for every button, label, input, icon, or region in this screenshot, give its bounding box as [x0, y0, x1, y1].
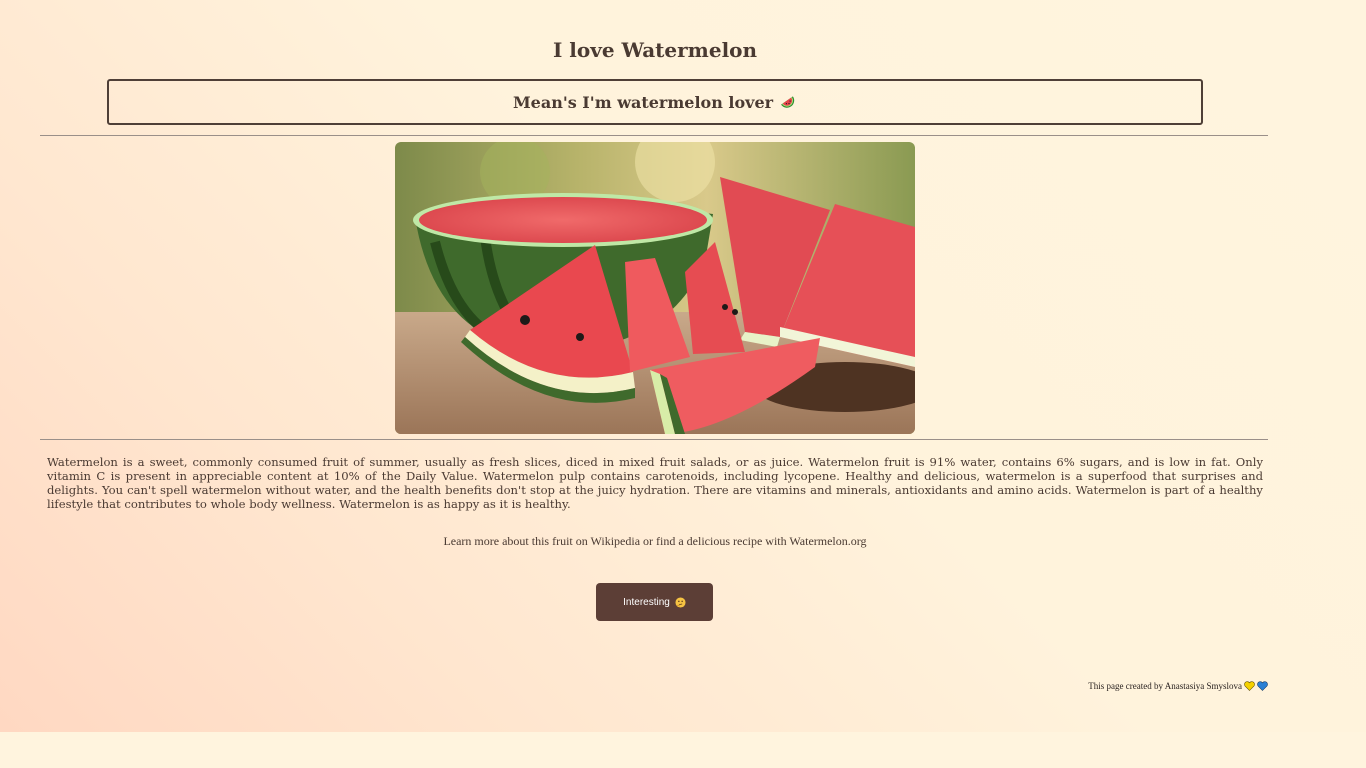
thinking-face-icon — [675, 596, 686, 608]
watermelon-slice-icon — [781, 96, 795, 108]
divider-bottom — [40, 439, 1268, 440]
blue-heart-icon — [1257, 681, 1268, 691]
learn-more-text: Learn more about this fruit on Wikipedia… — [443, 534, 867, 548]
footer-credit: This page created by Anastasiya Smyslova — [1088, 681, 1268, 691]
divider-top — [40, 135, 1268, 136]
interesting-button[interactable]: Interesting — [596, 583, 713, 621]
page-background: I love Watermelon Mean's I'm watermelon … — [0, 0, 1366, 732]
button-label: Interesting — [623, 596, 670, 608]
subtitle-banner: Mean's I'm watermelon lover — [107, 79, 1203, 125]
footer-text: This page created by Anastasiya Smyslova — [1088, 681, 1242, 691]
subtitle-text: Mean's I'm watermelon lover — [512, 92, 774, 112]
yellow-heart-icon — [1244, 681, 1255, 691]
watermelon-photo — [395, 142, 915, 434]
description-paragraph: Watermelon is a sweet, commonly consumed… — [47, 455, 1263, 511]
page-title: I love Watermelon — [552, 38, 758, 62]
